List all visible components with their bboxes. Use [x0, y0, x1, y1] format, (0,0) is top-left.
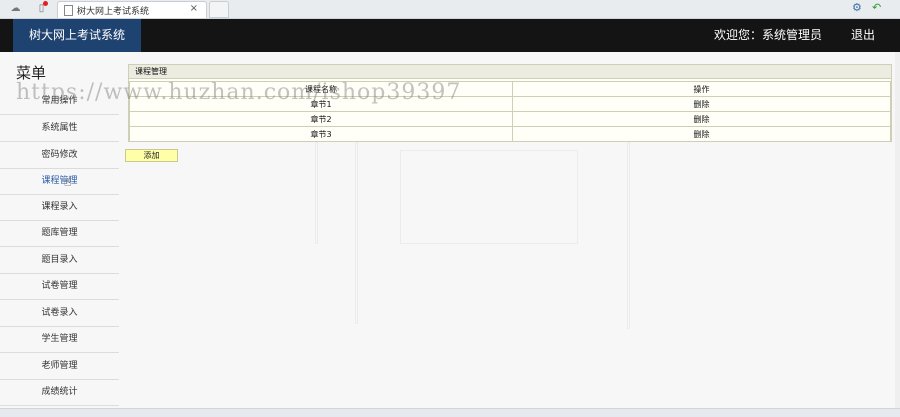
- tab-close-button[interactable]: ×: [190, 3, 198, 14]
- watermark-text: https://www.huzhan.com/ishop39397: [16, 80, 462, 105]
- sidebar-item-system-properties[interactable]: 系统属性: [0, 115, 119, 142]
- notification-dot: [43, 1, 48, 6]
- background-line: [355, 142, 358, 324]
- background-box: [400, 150, 578, 244]
- table-row: 章节2 删除: [129, 111, 891, 127]
- sidebar-item-exam-management[interactable]: 试卷管理: [0, 273, 119, 300]
- table-row: 章节3 删除: [129, 126, 891, 142]
- welcome-text: 欢迎您：系统管理员: [714, 28, 823, 42]
- document-icon: [64, 5, 73, 16]
- sidebar-item-teacher-management[interactable]: 老师管理: [0, 353, 119, 380]
- mouse-cursor-icon: ☝: [64, 175, 72, 189]
- background-line: [315, 142, 318, 244]
- app-title: 树大网上考试系统: [13, 19, 141, 52]
- sidebar-item-score-statistics[interactable]: 成绩统计: [0, 379, 119, 406]
- column-header-action: 操作: [512, 81, 891, 97]
- panel-title: 课程管理: [129, 65, 891, 79]
- delete-link[interactable]: 删除: [512, 111, 891, 127]
- course-name-cell: 章节3: [129, 126, 513, 142]
- app-header: 树大网上考试系统 欢迎您：系统管理员 退出: [0, 19, 900, 52]
- browser-tab[interactable]: 树大网上考试系统 ×: [57, 1, 207, 18]
- sidebar-item-change-password[interactable]: 密码修改: [0, 142, 119, 169]
- settings-icon[interactable]: ⚙: [852, 2, 862, 14]
- sidebar-item-question-entry[interactable]: 题目录入: [0, 247, 119, 274]
- cloud-icon[interactable]: ☁: [10, 3, 21, 14]
- add-button[interactable]: 添加: [125, 149, 178, 162]
- sidebar: 菜单 常用操作 系统属性 密码修改 课程管理 课程录入 题库管理 题目录入 试卷…: [0, 52, 119, 408]
- background-line: [627, 142, 630, 329]
- sidebar-item-course-management[interactable]: 课程管理: [0, 168, 119, 195]
- browser-toolbar: ☁ ▯ 树大网上考试系统 × ⚙ ↶: [0, 0, 900, 19]
- sidebar-item-course-entry[interactable]: 课程录入: [0, 194, 119, 221]
- back-arrow-icon[interactable]: ↶: [872, 2, 881, 14]
- sidebar-item-exam-entry[interactable]: 试卷录入: [0, 300, 119, 327]
- sidebar-item-question-bank[interactable]: 题库管理: [0, 220, 119, 247]
- delete-link[interactable]: 删除: [512, 126, 891, 142]
- delete-link[interactable]: 删除: [512, 96, 891, 112]
- sidebar-item-student-management[interactable]: 学生管理: [0, 326, 119, 353]
- new-tab-button[interactable]: [209, 1, 229, 18]
- logout-link[interactable]: 退出: [851, 19, 875, 52]
- course-name-cell: 章节2: [129, 111, 513, 127]
- vertical-scrollbar[interactable]: [895, 52, 900, 408]
- tab-title: 树大网上考试系统: [77, 7, 150, 17]
